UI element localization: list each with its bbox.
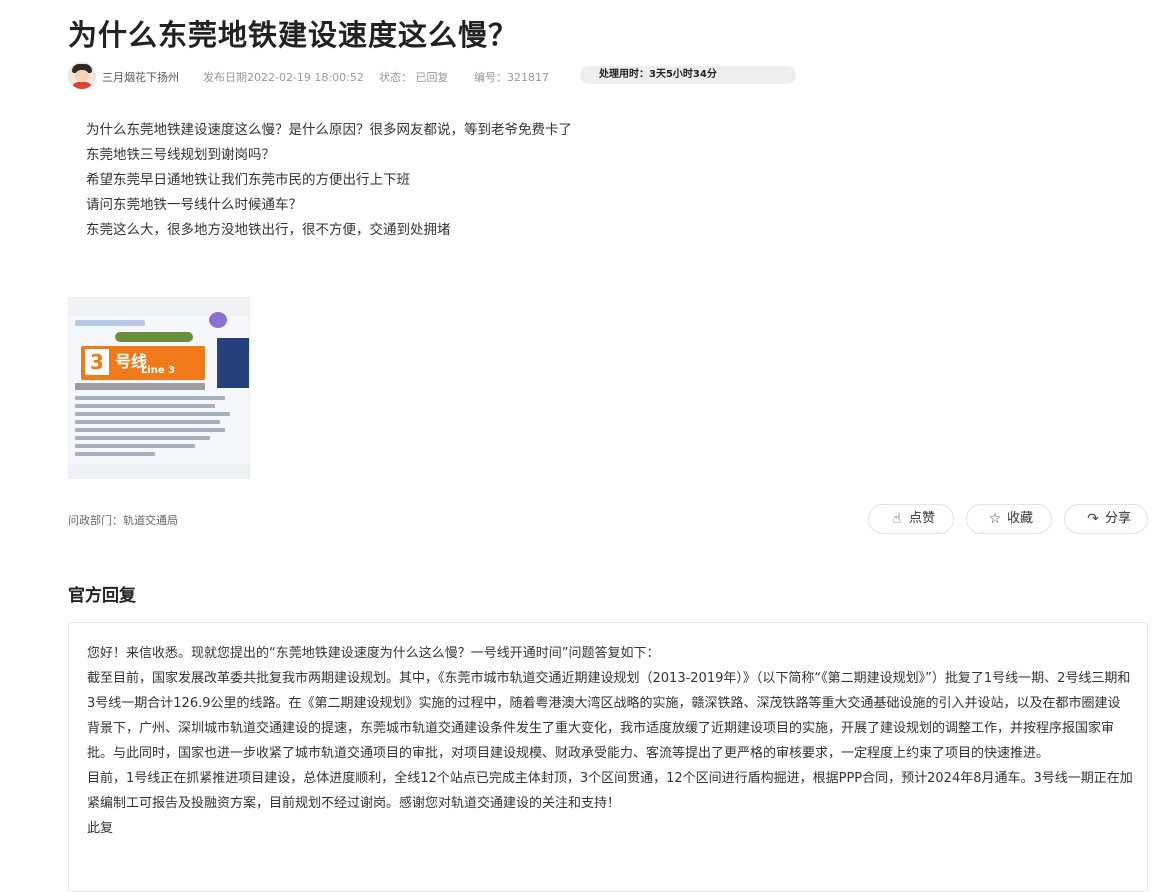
reply-body: 您好！来信收悉。现就您提出的“东莞地铁建设速度为什么这么慢？一号线开通时间”问题… — [87, 641, 1133, 841]
post-meta: 三月烟花下扬州 发布日期2022-02-19 18:00:52 状态： 已回复 … — [68, 62, 808, 90]
question-body: 为什么东莞地铁建设速度这么慢？是什么原因？很多网友都说，等到老爷免费卡了 东莞地… — [86, 118, 572, 243]
status-text: 状态： 已回复 — [379, 71, 449, 84]
official-reply-box: 您好！来信收悉。现就您提出的“东莞地铁建设速度为什么这么慢？一号线开通时间”问题… — [68, 622, 1148, 892]
mascot-icon — [209, 312, 227, 328]
reply-paragraph: 截至目前，国家发展改革委共批复我市两期建设规划。其中，《东莞市城市轨道交通近期建… — [87, 671, 1131, 761]
publish-date: 发布日期2022-02-19 18:00:52 — [203, 71, 364, 84]
department-label: 问政部门：轨道交通局 — [68, 514, 178, 527]
processing-time-badge: 处理用时：3天5小时34分 — [580, 66, 796, 84]
line-number: 3 — [85, 349, 109, 375]
attached-image-thumbnail[interactable]: 3 号线 Line 3 — [68, 297, 250, 479]
reply-paragraph: 您好！来信收悉。现就您提出的“东莞地铁建设速度为什么这么慢？一号线开通时间”问题… — [87, 646, 660, 661]
post-number: 编号：321817 — [474, 71, 549, 84]
question-line: 希望东莞早日通地铁让我们东莞市民的方便出行上下班 — [86, 172, 410, 188]
question-line: 请问东莞地铁一号线什么时候通车？ — [86, 197, 302, 213]
like-button[interactable]: ☝ 点赞 — [868, 504, 954, 534]
page-title: 为什么东莞地铁建设速度这么慢？ — [68, 18, 519, 52]
reply-paragraph: 目前，1号线正在抓紧推进项目建设，总体进度顺利，全线12个站点已完成主体封顶，3… — [87, 771, 1133, 811]
question-line: 东莞地铁三号线规划到谢岗吗？ — [86, 147, 275, 163]
like-label: 点赞 — [909, 511, 936, 526]
share-label: 分享 — [1105, 511, 1132, 526]
line3-banner: 3 号线 Line 3 — [81, 346, 205, 380]
favorite-button[interactable]: ☆ 收藏 — [966, 504, 1052, 534]
star-icon: ☆ — [988, 511, 1002, 527]
avatar[interactable] — [68, 62, 96, 90]
share-button[interactable]: ↷ 分享 — [1064, 504, 1148, 534]
official-reply-heading: 官方回复 — [68, 586, 136, 606]
thumbs-up-icon: ☝ — [892, 511, 902, 527]
line-label-en: Line 3 — [141, 365, 176, 376]
author-name[interactable]: 三月烟花下扬州 — [102, 69, 179, 85]
reply-paragraph: 此复 — [87, 821, 114, 836]
question-line: 东莞这么大，很多地方没地铁出行，很不方便，交通到处拥堵 — [86, 222, 451, 238]
question-line: 为什么东莞地铁建设速度这么慢？是什么原因？很多网友都说，等到老爷免费卡了 — [86, 122, 572, 138]
share-icon: ↷ — [1087, 511, 1099, 527]
favorite-label: 收藏 — [1007, 511, 1034, 526]
